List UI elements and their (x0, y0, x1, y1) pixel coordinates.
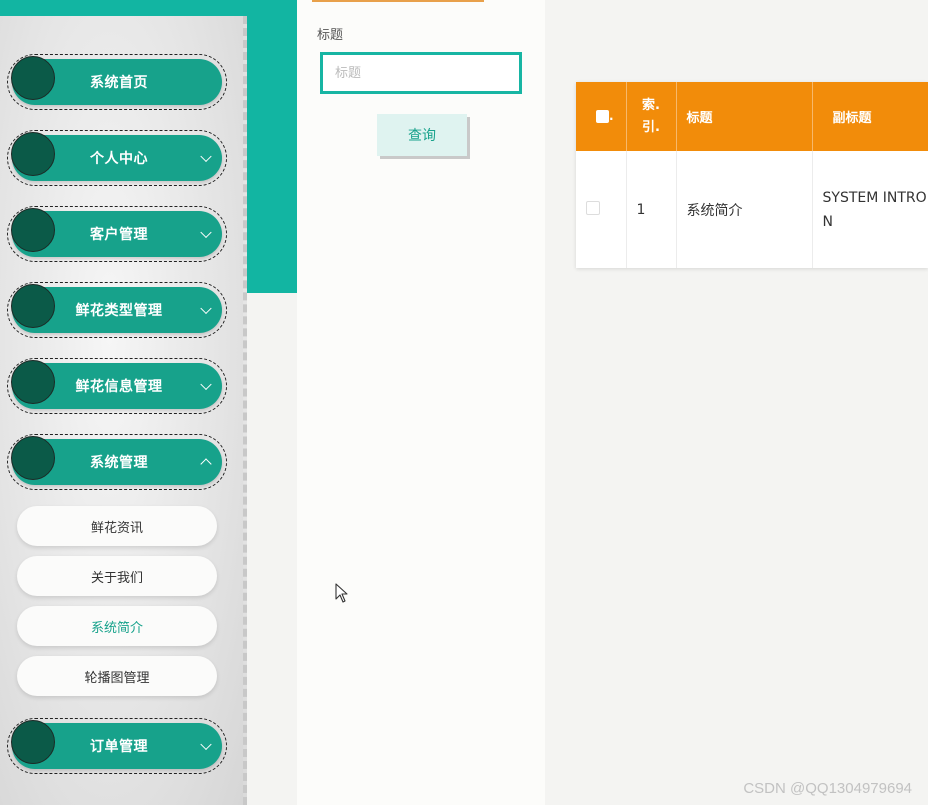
menu-item-label: 系统管理 (90, 455, 148, 471)
chevron-down-icon (200, 738, 212, 751)
menu-item-home[interactable]: 系统首页 (7, 54, 227, 110)
chevron-down-icon (200, 378, 212, 391)
menu-item-label: 个人中心 (90, 151, 148, 167)
submenu-item-system-intro[interactable]: 系统简介 (17, 606, 217, 646)
menu-circle-icon (11, 56, 55, 100)
row-subtitle-cell: SYSTEM INTRODUCTION (812, 151, 928, 268)
menu-circle-icon (11, 284, 55, 328)
select-all-header[interactable]: . (576, 82, 627, 151)
title-header: 标题 (676, 82, 813, 151)
submenu-item-label: 鲜花资讯 (90, 520, 143, 536)
table-row[interactable]: 1 系统简介 SYSTEM INTRODUCTION (576, 151, 928, 268)
subtitle-header: 副标题 (812, 82, 928, 151)
search-panel: 标题 查询 (297, 0, 545, 805)
query-button[interactable]: 查询 (377, 114, 467, 156)
menu-item-flower-types[interactable]: 鲜花类型管理 (7, 282, 227, 338)
menu-circle-icon (11, 132, 55, 176)
menu-item-label: 系统首页 (90, 75, 148, 91)
submenu-item-label: 关于我们 (90, 570, 143, 586)
menu-circle-icon (11, 360, 55, 404)
row-select-cell[interactable] (576, 151, 627, 268)
mouse-cursor-icon (335, 583, 348, 603)
sidebar: 系统首页 个人中心 客户管理 鲜花类型管理 鲜花信息管理 系统管理 鲜花资讯 关… (0, 16, 247, 805)
menu-item-flower-info[interactable]: 鲜花信息管理 (7, 358, 227, 414)
data-table: . 索. 引. 标题 副标题 1 系统简介 SYSTEM INTRODUCTIO… (576, 82, 928, 268)
menu-item-label: 订单管理 (90, 739, 148, 755)
chevron-down-icon (200, 226, 212, 239)
submenu-item-label: 系统简介 (90, 620, 143, 636)
submenu-item-label: 轮播图管理 (84, 670, 150, 686)
title-field-label: 标题 (317, 28, 344, 43)
submenu-item-carousel[interactable]: 轮播图管理 (17, 656, 217, 696)
menu-item-system[interactable]: 系统管理 (7, 434, 227, 490)
title-search-input[interactable] (320, 52, 522, 94)
submenu-item-flower-news[interactable]: 鲜花资讯 (17, 506, 217, 546)
row-index-cell: 1 (626, 151, 677, 268)
menu-item-label: 鲜花类型管理 (75, 303, 163, 319)
index-header: 索. 引. (626, 82, 677, 151)
menu-item-orders[interactable]: 订单管理 (7, 718, 227, 774)
watermark: CSDN @QQ1304979694 (743, 780, 912, 797)
menu-item-profile[interactable]: 个人中心 (7, 130, 227, 186)
menu-circle-icon (11, 720, 55, 764)
menu-item-label: 鲜花信息管理 (75, 379, 163, 395)
menu-item-customers[interactable]: 客户管理 (7, 206, 227, 262)
menu-circle-icon (11, 436, 55, 480)
row-title-cell: 系统简介 (676, 151, 813, 268)
chevron-down-icon (200, 302, 212, 315)
chevron-up-icon (200, 458, 212, 470)
table-header-row: . 索. 引. 标题 副标题 (576, 82, 928, 151)
menu-circle-icon (11, 208, 55, 252)
select-all-checkbox[interactable] (596, 110, 609, 123)
submenu-item-about-us[interactable]: 关于我们 (17, 556, 217, 596)
chevron-down-icon (200, 150, 212, 163)
menu-item-label: 客户管理 (90, 227, 148, 243)
select-all-dot: . (609, 109, 614, 123)
active-tab-indicator (312, 0, 484, 2)
row-checkbox[interactable] (586, 200, 600, 215)
